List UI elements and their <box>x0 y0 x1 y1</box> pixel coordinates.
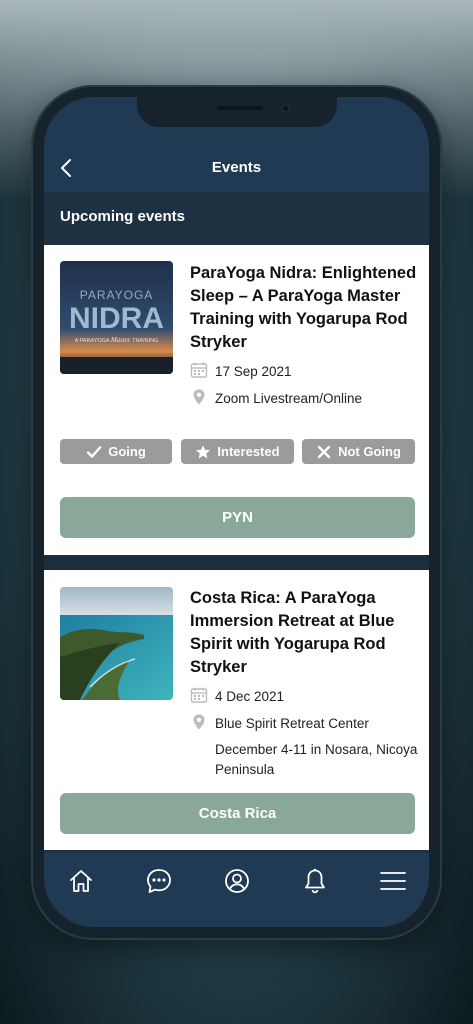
calendar-icon <box>190 687 208 703</box>
star-icon <box>196 444 211 458</box>
event-date-row: 4 Dec 2021 <box>190 686 422 706</box>
image-text-sub-a: A PARAYOGA <box>75 338 110 344</box>
bell-icon[interactable] <box>301 867 329 895</box>
calendar-icon <box>190 362 208 378</box>
rsvp-interested-button[interactable]: Interested <box>181 439 294 464</box>
speaker-grille <box>217 106 263 110</box>
menu-icon[interactable] <box>379 867 407 895</box>
event-action-button[interactable]: Costa Rica <box>60 793 415 834</box>
profile-icon[interactable] <box>223 867 251 895</box>
phone-screen: Events Upcoming events PARAYOGA NIDRA A … <box>44 97 429 927</box>
image-text-sub-c: TRAINING <box>132 338 158 344</box>
phone-notch <box>137 97 337 127</box>
front-camera <box>281 104 290 113</box>
event-title[interactable]: ParaYoga Nidra: Enlightened Sleep – A Pa… <box>190 262 422 354</box>
image-text-parayoga: PARAYOGA <box>80 288 154 302</box>
rsvp-not-going-button[interactable]: Not Going <box>302 439 415 464</box>
event-location: Blue Spirit Retreat Center <box>215 716 369 731</box>
svg-text:A PARAYOGA Master TRAINING: A PARAYOGA Master TRAINING <box>75 336 159 344</box>
event-location-detail: December 4-11 in Nosara, Nicoya Peninsul… <box>215 742 418 777</box>
event-card[interactable]: Costa Rica: A ParaYoga Immersion Retreat… <box>44 570 429 850</box>
page-title: Events <box>211 159 262 176</box>
close-icon <box>317 445 331 458</box>
section-header: Upcoming events <box>44 192 429 245</box>
event-image[interactable] <box>60 587 173 700</box>
svg-text:NIDRA: NIDRA <box>69 302 164 335</box>
svg-text:PARAYOGA: PARAYOGA <box>80 288 154 302</box>
rsvp-not-going-label: Not Going <box>338 444 401 459</box>
rsvp-interested-label: Interested <box>217 444 280 459</box>
event-action-button[interactable]: PYN <box>60 497 415 538</box>
image-text-sub-b: Master <box>110 336 131 344</box>
location-pin-icon <box>193 389 205 405</box>
bottom-tab-bar <box>44 853 429 927</box>
check-icon <box>87 445 102 458</box>
event-date: 4 Dec 2021 <box>215 689 285 704</box>
event-title[interactable]: Costa Rica: A ParaYoga Immersion Retreat… <box>190 587 422 679</box>
chat-icon[interactable] <box>145 867 173 895</box>
event-location-row: Zoom Livestream/Online <box>190 388 422 408</box>
event-location: Zoom Livestream/Online <box>215 391 363 406</box>
section-title: Upcoming events <box>60 208 186 225</box>
event-location-row: Blue Spirit Retreat Center December 4-11… <box>190 713 422 777</box>
image-text-nidra: NIDRA <box>69 302 164 335</box>
event-date: 17 Sep 2021 <box>215 364 292 379</box>
rsvp-going-button[interactable]: Going <box>60 439 172 464</box>
events-list[interactable]: PARAYOGA NIDRA A PARAYOGA Master TRAININ… <box>44 245 429 850</box>
rsvp-going-label: Going <box>108 444 146 459</box>
event-date-row: 17 Sep 2021 <box>190 361 422 381</box>
event-image[interactable]: PARAYOGA NIDRA A PARAYOGA Master TRAININ… <box>60 261 173 374</box>
location-pin-icon <box>193 714 205 730</box>
event-card[interactable]: PARAYOGA NIDRA A PARAYOGA Master TRAININ… <box>44 245 429 555</box>
home-icon[interactable] <box>67 867 95 895</box>
